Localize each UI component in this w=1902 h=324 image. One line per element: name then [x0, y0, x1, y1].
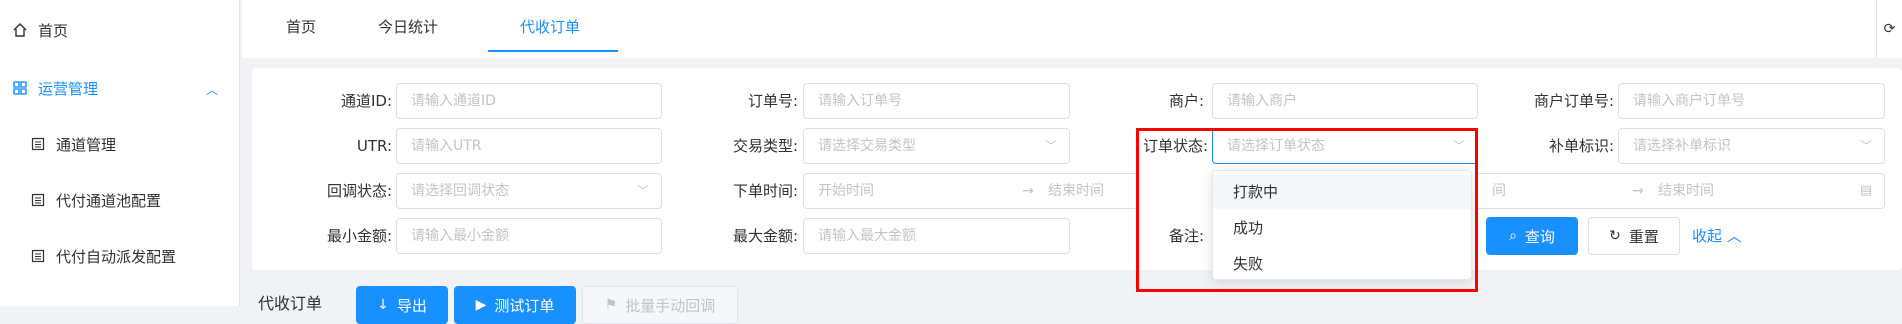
trade-type-label: 交易类型: — [732, 137, 798, 155]
collapse-label: 收起 — [1692, 227, 1723, 245]
chevron-up-icon: ︿ — [1726, 227, 1742, 245]
supplement-placeholder: 请选择补单标识 — [1633, 138, 1731, 154]
reset-button-label: 重置 — [1628, 227, 1659, 246]
tab-collection-orders[interactable]: 代收订单 — [520, 0, 580, 52]
order-no-input[interactable]: 请输入订单号 — [803, 83, 1070, 119]
flag-icon: ⚑ — [604, 297, 618, 313]
list-icon — [31, 249, 45, 263]
refresh-icon[interactable]: ⟳ — [1876, 0, 1902, 58]
arrow-right-icon: → — [1022, 183, 1034, 199]
sidebar-item-label: 代付通道池配置 — [56, 191, 162, 210]
test-order-button[interactable]: ▶ 测试订单 — [454, 286, 576, 324]
export-button-label: 导出 — [396, 296, 427, 315]
callback-status-label: 回调状态: — [326, 182, 392, 200]
utr-input[interactable]: 请输入UTR — [396, 128, 662, 164]
chevron-down-icon: ﹀ — [1044, 139, 1057, 153]
calendar-icon: ▤ — [1859, 183, 1872, 198]
callback-status-select[interactable]: 请选择回调状态 ﹀ — [396, 173, 662, 209]
order-time-label: 下单时间: — [732, 182, 798, 200]
arrow-right-icon: → — [1632, 183, 1644, 199]
supplement-select[interactable]: 请选择补单标识 ﹀ — [1618, 128, 1885, 164]
sidebar-item-label: 通道管理 — [56, 135, 117, 154]
sidebar-item-payout-auto-dispatch[interactable]: 代付自动派发配置 — [0, 236, 240, 276]
batch-callback-button[interactable]: ⚑ 批量手动回调 — [582, 286, 738, 324]
sidebar-item-payout-pool-config[interactable]: 代付通道池配置 — [0, 180, 240, 220]
order-time-range[interactable]: 开始时间 → 结束时间 — [803, 173, 1136, 209]
list-icon — [31, 137, 45, 151]
merchant-input[interactable]: 请输入商户 — [1212, 83, 1478, 119]
order-no-label: 订单号: — [747, 92, 798, 110]
play-icon: ▶ — [475, 297, 487, 313]
export-button[interactable]: ↓ 导出 — [356, 286, 448, 324]
utr-label: UTR: — [356, 137, 392, 155]
reset-button[interactable]: ↻ 重置 — [1588, 217, 1680, 255]
merchant-order-no-input[interactable]: 请输入商户订单号 — [1618, 83, 1885, 119]
grid-icon — [13, 81, 27, 95]
search-button-label: 查询 — [1524, 227, 1555, 246]
download-icon: ↓ — [377, 297, 389, 313]
reset-icon: ↻ — [1609, 228, 1621, 244]
trade-type-select[interactable]: 请选择交易类型 ﹀ — [803, 128, 1070, 164]
second-time-range[interactable]: 间 → 结束时间 ▤ — [1478, 173, 1885, 209]
highlight-box — [1136, 128, 1478, 292]
max-amount-input[interactable]: 请输入最大金额 — [803, 218, 1070, 254]
sidebar-item-label: 代付自动派发配置 — [56, 247, 177, 266]
second-time-end: 结束时间 — [1658, 183, 1714, 199]
order-time-end: 结束时间 — [1048, 183, 1104, 199]
channel-id-label: 通道ID: — [340, 92, 392, 110]
sidebar-item-channel-management[interactable]: 通道管理 — [0, 124, 240, 164]
chevron-down-icon: ﹀ — [1859, 139, 1872, 153]
tab-today-stats[interactable]: 今日统计 — [378, 0, 438, 52]
sidebar-item-home[interactable]: 首页 — [0, 10, 240, 50]
callback-status-placeholder: 请选择回调状态 — [411, 183, 509, 199]
batch-callback-button-label: 批量手动回调 — [625, 296, 716, 315]
collapse-link[interactable]: 收起 ︿ — [1692, 217, 1742, 255]
sidebar-group-ops[interactable]: 运营管理 ︿ — [0, 68, 240, 108]
order-time-start: 开始时间 — [818, 183, 874, 199]
supplement-label: 补单标识: — [1548, 137, 1614, 155]
search-button[interactable]: ⌕ 查询 — [1486, 217, 1578, 255]
sidebar-group-label: 运营管理 — [38, 79, 99, 98]
max-amount-label: 最大金额: — [732, 227, 798, 245]
test-order-button-label: 测试订单 — [494, 296, 555, 315]
min-amount-label: 最小金额: — [326, 227, 392, 245]
search-icon: ⌕ — [1509, 228, 1517, 244]
active-tab-indicator — [488, 50, 618, 52]
merchant-label: 商户: — [1168, 92, 1204, 110]
merchant-order-no-label: 商户订单号: — [1533, 92, 1614, 110]
second-time-start-fragment: 间 — [1492, 183, 1506, 199]
table-title: 代收订单 — [258, 294, 323, 313]
sidebar-item-label: 首页 — [38, 21, 69, 40]
tab-home[interactable]: 首页 — [286, 0, 316, 52]
sidebar: 首页 运营管理 ︿ 通道管理 代付通道池配置 代付自动派发配置 — [0, 0, 240, 306]
min-amount-input[interactable]: 请输入最小金额 — [396, 218, 662, 254]
list-icon — [31, 193, 45, 207]
channel-id-input[interactable]: 请输入通道ID — [396, 83, 662, 119]
chevron-up-icon: ︿ — [205, 83, 218, 97]
tab-bar: 首页 今日统计 代收订单 ⟳ — [242, 0, 1902, 58]
home-icon — [13, 23, 27, 37]
chevron-down-icon: ﹀ — [636, 184, 649, 198]
trade-type-placeholder: 请选择交易类型 — [818, 138, 916, 154]
